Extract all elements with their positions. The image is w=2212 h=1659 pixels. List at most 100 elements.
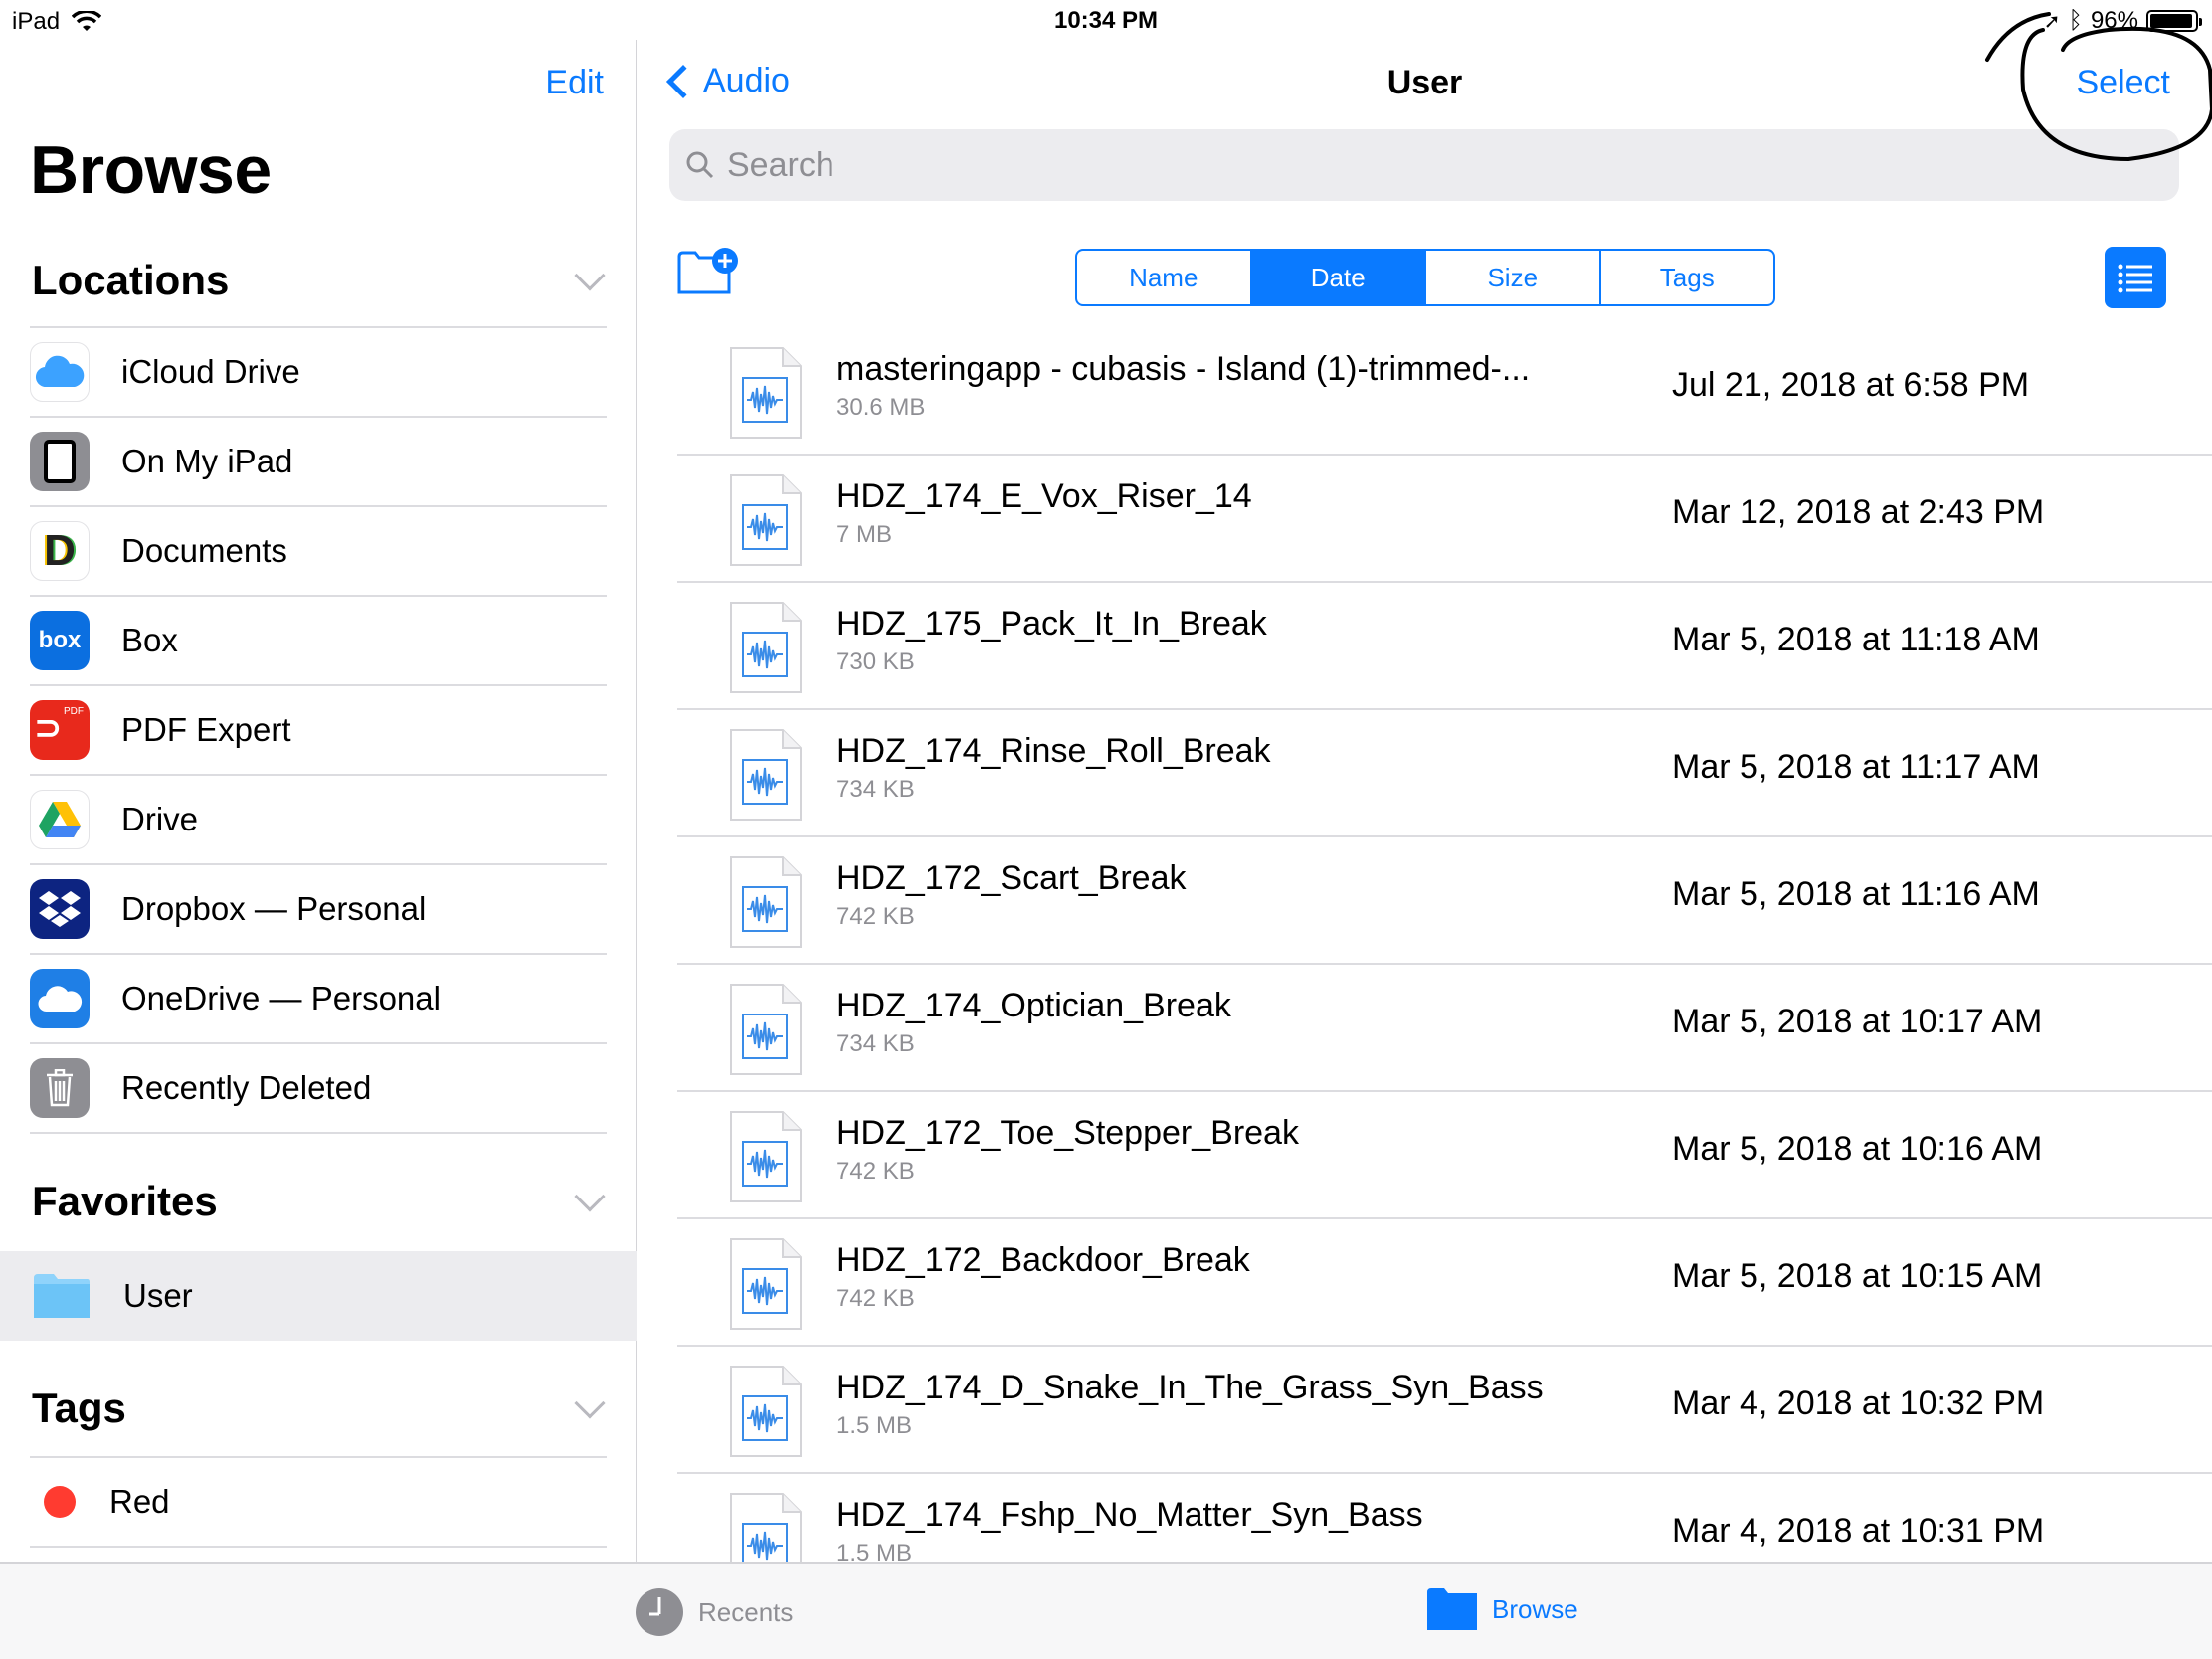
- search-icon: [686, 151, 714, 179]
- new-folder-icon[interactable]: [677, 247, 739, 296]
- tags-header[interactable]: Tags: [32, 1379, 607, 1438]
- file-date: Mar 5, 2018 at 10:16 AM: [1672, 1130, 2043, 1168]
- file-row[interactable]: HDZ_174_E_Vox_Riser_14 7 MB Mar 12, 2018 a…: [677, 456, 2212, 583]
- locations-header[interactable]: Locations: [32, 251, 607, 310]
- sidebar-item-drive[interactable]: Drive: [30, 776, 607, 865]
- sort-name-segment[interactable]: Name: [1077, 251, 1252, 304]
- sidebar-item-tag-red[interactable]: Red: [30, 1458, 607, 1548]
- sidebar-item-dropbox[interactable]: Dropbox — Personal: [30, 865, 607, 955]
- sidebar-item-label: Recently Deleted: [121, 1069, 372, 1106]
- file-row[interactable]: HDZ_174_Fshp_No_Matter_Syn_Bass 1.5 MB Mar…: [677, 1474, 2212, 1562]
- file-size: 1.5 MB: [836, 1412, 913, 1439]
- sidebar-item-label: User: [123, 1277, 193, 1314]
- sidebar-item-box[interactable]: box Box: [30, 597, 607, 686]
- file-name: HDZ_174_E_Vox_Riser_14: [836, 477, 1252, 515]
- file-name: HDZ_172_Backdoor_Break: [836, 1241, 1250, 1279]
- page-title: Browse: [30, 132, 272, 208]
- audio-file-icon: [730, 984, 802, 1075]
- sidebar-item-recently-deleted[interactable]: Recently Deleted: [30, 1044, 607, 1134]
- file-name: HDZ_174_Optician_Break: [836, 987, 1231, 1024]
- audio-file-icon: [730, 1366, 802, 1457]
- file-date: Mar 4, 2018 at 10:31 PM: [1672, 1512, 2045, 1550]
- sidebar-item-on-my-ipad[interactable]: On My iPad: [30, 418, 607, 507]
- file-row[interactable]: HDZ_172_Toe_Stepper_Break 742 KB Mar 5, 20…: [677, 1092, 2212, 1219]
- file-row[interactable]: HDZ_174_Optician_Break 734 KB Mar 5, 2018 …: [677, 965, 2212, 1092]
- clock-icon: [636, 1588, 683, 1636]
- sidebar-item-label: Box: [121, 622, 178, 658]
- search-bar[interactable]: [669, 129, 2179, 201]
- file-name: HDZ_174_Rinse_Roll_Break: [836, 732, 1271, 770]
- sidebar-item-label: On My iPad: [121, 443, 293, 479]
- tab-browse-label: Browse: [1492, 1593, 1578, 1624]
- sidebar-item-user[interactable]: User: [0, 1251, 637, 1341]
- file-row[interactable]: HDZ_175_Pack_It_In_Break 730 KB Mar 5, 201…: [677, 583, 2212, 710]
- list-view-button[interactable]: [2105, 247, 2166, 308]
- audio-file-icon: [730, 602, 802, 693]
- favorites-header[interactable]: Favorites: [32, 1172, 607, 1231]
- file-size: 7 MB: [836, 521, 893, 548]
- status-right: ➚ ᛒ 96%: [2043, 7, 2202, 35]
- audio-file-icon: [730, 474, 802, 566]
- file-size: 734 KB: [836, 1030, 915, 1057]
- file-date: Mar 4, 2018 at 10:32 PM: [1672, 1384, 2045, 1422]
- sort-tags-segment[interactable]: Tags: [1601, 251, 1774, 304]
- file-name: HDZ_172_Toe_Stepper_Break: [836, 1114, 1299, 1152]
- tab-recents[interactable]: Recents: [635, 1587, 793, 1637]
- file-size: 742 KB: [836, 1158, 915, 1185]
- sidebar-item-icloud-drive[interactable]: iCloud Drive: [30, 328, 607, 418]
- folder-icon: [34, 1274, 90, 1318]
- file-browser: Audio User Select Name Date Size Tags: [638, 40, 2212, 1562]
- location-arrow-icon: ➚: [2043, 10, 2061, 33]
- file-date: Mar 12, 2018 at 2:43 PM: [1672, 493, 2045, 531]
- toolbar: Name Date Size Tags: [638, 239, 2212, 308]
- sort-segmented-control: Name Date Size Tags: [1075, 249, 1775, 306]
- file-name: HDZ_174_D_Snake_In_The_Grass_Syn_Bass: [836, 1369, 1544, 1406]
- sidebar-item-label: Documents: [121, 532, 287, 569]
- file-name: HDZ_172_Scart_Break: [836, 859, 1187, 897]
- sidebar-item-label: Dropbox — Personal: [121, 890, 427, 927]
- icloud-icon: [30, 342, 90, 402]
- trash-icon: [30, 1058, 90, 1118]
- folder-title: User: [1386, 64, 1463, 101]
- sort-size-segment[interactable]: Size: [1426, 251, 1601, 304]
- chevron-down-icon[interactable]: [574, 260, 606, 291]
- sidebar-item-onedrive[interactable]: OneDrive — Personal: [30, 955, 607, 1044]
- file-date: Mar 5, 2018 at 11:18 AM: [1672, 621, 2040, 658]
- audio-file-icon: [730, 1111, 802, 1202]
- google-drive-icon: [30, 790, 90, 849]
- folder-icon: [1427, 1588, 1477, 1630]
- tag-color-dot: [44, 1486, 76, 1518]
- select-button[interactable]: Select: [2077, 64, 2171, 102]
- audio-file-icon: [730, 856, 802, 948]
- search-input[interactable]: [727, 145, 2020, 185]
- tab-recents-label: Recents: [698, 1596, 794, 1627]
- audio-file-icon: [730, 1238, 802, 1330]
- favorites-label: Favorites: [32, 1178, 218, 1224]
- file-date: Mar 5, 2018 at 10:15 AM: [1672, 1257, 2043, 1295]
- file-row[interactable]: HDZ_172_Scart_Break 742 KB Mar 5, 2018 at …: [677, 837, 2212, 965]
- file-size: 30.6 MB: [836, 394, 926, 421]
- edit-button[interactable]: Edit: [545, 64, 604, 102]
- file-size: 730 KB: [836, 648, 915, 675]
- file-name: HDZ_175_Pack_It_In_Break: [836, 605, 1267, 643]
- file-row[interactable]: HDZ_174_Rinse_Roll_Break 734 KB Mar 5, 201…: [677, 710, 2212, 837]
- file-name: HDZ_174_Fshp_No_Matter_Syn_Bass: [836, 1496, 1423, 1534]
- file-list: masteringapp - cubasis - Island (1)-trim…: [677, 328, 2212, 1562]
- sort-date-segment[interactable]: Date: [1251, 251, 1426, 304]
- file-size: 742 KB: [836, 1285, 915, 1312]
- tab-bar: Recents Browse: [0, 1562, 2212, 1659]
- file-size: 1.5 MB: [836, 1540, 913, 1562]
- sidebar-item-documents[interactable]: D Documents: [30, 507, 607, 597]
- dropbox-icon: [30, 879, 90, 939]
- locations-label: Locations: [32, 257, 230, 303]
- chevron-down-icon[interactable]: [574, 1181, 606, 1212]
- audio-file-icon: [730, 347, 802, 439]
- sidebar: Edit Browse Locations iCloud Drive On My…: [0, 40, 637, 1562]
- file-row[interactable]: HDZ_174_D_Snake_In_The_Grass_Syn_Bass 1.5…: [677, 1347, 2212, 1474]
- file-row[interactable]: HDZ_172_Backdoor_Break 742 KB Mar 5, 2018 …: [677, 1219, 2212, 1347]
- file-size: 734 KB: [836, 776, 915, 803]
- chevron-down-icon[interactable]: [574, 1387, 606, 1419]
- tab-browse[interactable]: Browse: [1426, 1587, 1578, 1631]
- sidebar-item-pdf-expert[interactable]: ⊃ PDF PDF Expert: [30, 686, 607, 776]
- file-row[interactable]: masteringapp - cubasis - Island (1)-trim…: [677, 328, 2212, 456]
